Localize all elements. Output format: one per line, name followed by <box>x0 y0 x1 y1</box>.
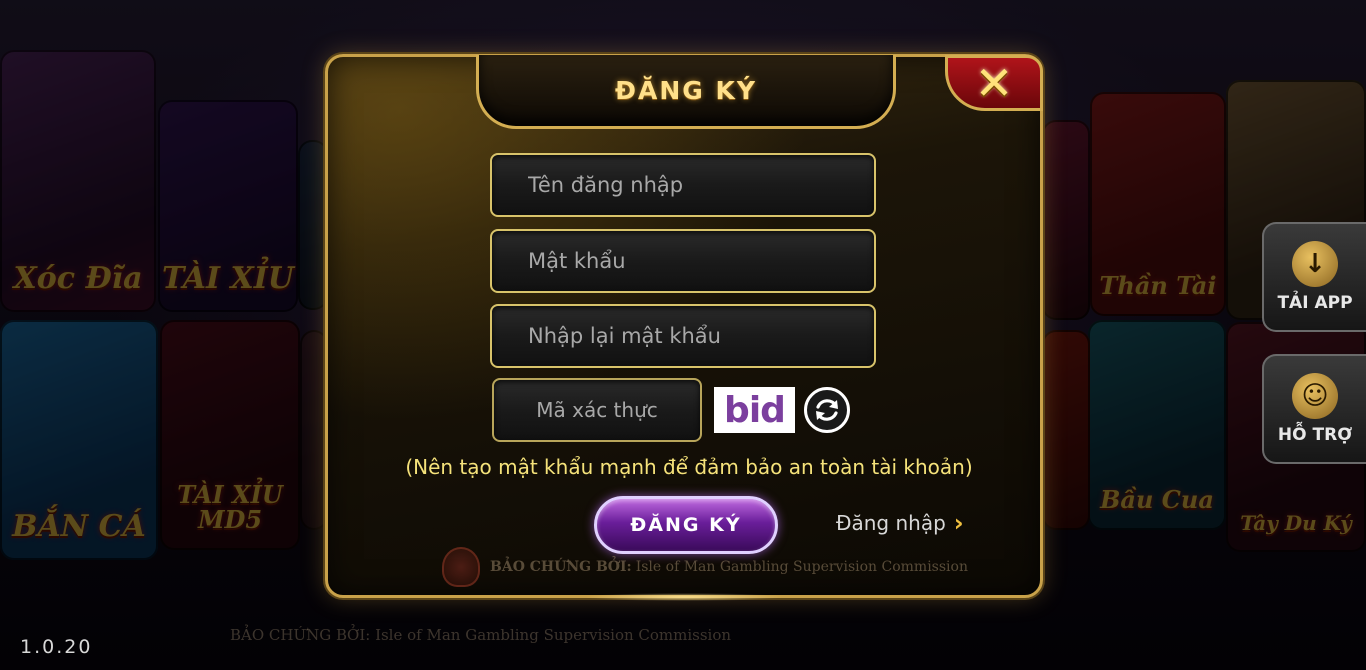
support-button[interactable]: ☺ HỖ TRỢ <box>1262 354 1366 464</box>
register-button[interactable]: ĐĂNG KÝ <box>594 496 778 554</box>
login-link[interactable]: Đăng nhập › <box>836 509 964 537</box>
confirm-password-field-wrapper <box>490 304 876 368</box>
version-label: 1.0.20 <box>20 636 93 658</box>
close-button[interactable]: ✕ <box>945 55 1043 111</box>
refresh-captcha-button[interactable] <box>804 387 850 433</box>
captcha-image: bid <box>714 387 795 433</box>
download-icon: ↓ <box>1292 241 1338 287</box>
lobby-certification: BẢO CHỨNG BỞI: Isle of Man Gambling Supe… <box>230 626 732 644</box>
headset-icon: ☺ <box>1292 373 1338 419</box>
password-input[interactable] <box>492 231 874 291</box>
support-label: HỖ TRỢ <box>1277 425 1353 445</box>
certification-text: Isle of Man Gambling Supervision Commiss… <box>635 559 968 575</box>
captcha-field-wrapper <box>492 378 702 442</box>
crest-icon <box>442 547 480 587</box>
certification-label: BẢO CHỨNG BỞI: <box>490 559 632 575</box>
confirm-password-input[interactable] <box>492 306 874 366</box>
register-dialog: ĐĂNG KÝ ✕ bid (Nên tạo mật khẩu mạnh để … <box>325 54 1043 598</box>
password-hint: (Nên tạo mật khẩu mạnh để đảm bảo an toà… <box>405 455 973 479</box>
close-icon: ✕ <box>974 56 1014 110</box>
dialog-title-tab: ĐĂNG KÝ <box>476 55 896 129</box>
login-link-label: Đăng nhập <box>836 511 946 535</box>
register-button-label: ĐĂNG KÝ <box>630 514 742 536</box>
dialog-title: ĐĂNG KÝ <box>615 76 757 105</box>
download-app-label: TẢI APP <box>1277 293 1353 313</box>
username-input[interactable] <box>492 155 874 215</box>
certification: BẢO CHỨNG BỞI: Isle of Man Gambling Supe… <box>442 547 968 587</box>
captcha-input[interactable] <box>494 380 700 440</box>
refresh-icon <box>816 399 838 421</box>
username-field-wrapper <box>490 153 876 217</box>
download-app-button[interactable]: ↓ TẢI APP <box>1262 222 1366 332</box>
chevron-right-icon: › <box>953 509 964 537</box>
password-field-wrapper <box>490 229 876 293</box>
